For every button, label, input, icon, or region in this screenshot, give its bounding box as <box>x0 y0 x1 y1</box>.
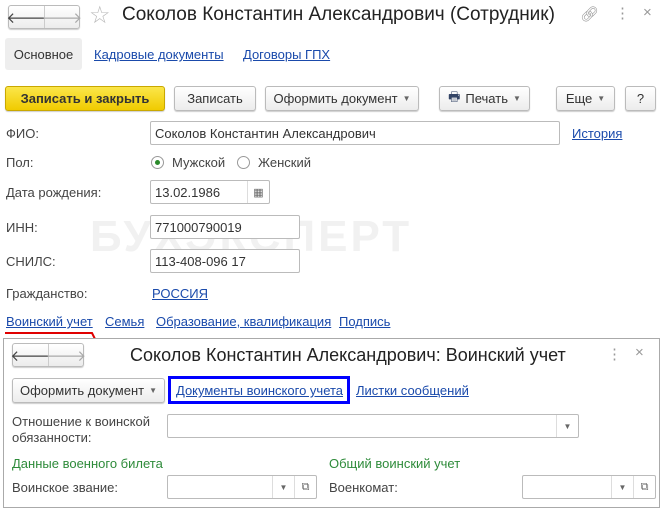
chevron-down-icon[interactable]: ▼ <box>611 476 633 498</box>
forward-button[interactable]: 🡒 <box>42 6 82 28</box>
office-label: Военкомат: <box>329 480 398 495</box>
create-doc-label: Оформить документ <box>273 91 398 106</box>
more-label: Еще <box>565 91 593 106</box>
help-label: ? <box>636 91 645 106</box>
chevron-down-icon[interactable]: ▼ <box>272 476 294 498</box>
more-dots-icon[interactable]: ⋮ <box>615 4 630 22</box>
fio-input[interactable]: Соколов Константин Александрович <box>150 121 560 145</box>
rank-label: Воинское звание: <box>12 480 118 495</box>
calendar-icon[interactable]: ▦ <box>247 181 269 203</box>
section-education[interactable]: Образование, квалификация <box>156 314 331 329</box>
save-close-label: Записать и закрыть <box>20 91 150 106</box>
more-button[interactable]: Еще ▼ <box>556 86 615 111</box>
messages-link[interactable]: Листки сообщений <box>356 383 469 398</box>
snils-label: СНИЛС: <box>6 254 56 269</box>
sub-back-button[interactable]: 🡐 <box>10 344 50 366</box>
link-icon[interactable]: 🔗︎ <box>580 5 599 23</box>
tab-hr-documents[interactable]: Кадровые документы <box>94 47 224 62</box>
sub-forward-button[interactable]: 🡒 <box>46 344 86 366</box>
print-label: Печать <box>465 91 508 106</box>
close-icon[interactable]: × <box>643 4 652 21</box>
close-icon[interactable]: × <box>635 344 644 361</box>
star-icon[interactable]: ☆ <box>89 1 111 30</box>
printer-icon: 🖶︎ <box>448 88 461 104</box>
chevron-down-icon: ▼ <box>149 386 158 395</box>
section-signature[interactable]: Подпись <box>339 314 390 329</box>
save-button[interactable]: Записать <box>174 86 256 111</box>
open-icon[interactable]: ⧉ <box>633 476 655 498</box>
birth-date-input[interactable]: 13.02.1986 ▦ <box>150 180 270 204</box>
print-button[interactable]: 🖶︎ Печать ▼ <box>439 86 530 111</box>
section-military[interactable]: Воинский учет <box>6 314 93 329</box>
military-documents-link[interactable]: Документы воинского учета <box>176 383 343 398</box>
rank-combo[interactable]: ▼ ⧉ <box>167 475 317 499</box>
attitude-label: Отношение к воинской обязанности: <box>12 414 150 445</box>
save-label: Записать <box>187 91 243 106</box>
create-document-button[interactable]: Оформить документ ▼ <box>265 86 419 111</box>
citizenship-label: Гражданство: <box>6 286 88 301</box>
help-button[interactable]: ? <box>625 86 656 111</box>
save-close-button[interactable]: Записать и закрыть <box>5 86 165 111</box>
female-label: Женский <box>258 155 311 170</box>
male-label: Мужской <box>172 155 226 170</box>
ticket-heading: Данные военного билета <box>12 456 163 471</box>
nav-buttons: 🡐 🡒 <box>6 5 82 29</box>
chevron-down-icon[interactable]: ▼ <box>556 415 578 437</box>
military-subwindow: 🡐 🡒 Соколов Константин Александрович: Во… <box>3 338 660 508</box>
back-button[interactable]: 🡐 <box>6 6 46 28</box>
sub-create-doc-label: Оформить документ <box>19 383 145 398</box>
citizenship-link[interactable]: РОССИЯ <box>152 286 208 301</box>
birth-value: 13.02.1986 <box>155 185 221 200</box>
gender-label: Пол: <box>6 155 34 170</box>
chevron-down-icon: ▼ <box>597 94 606 103</box>
sub-create-document-button[interactable]: Оформить документ ▼ <box>12 378 165 403</box>
fio-label: ФИО: <box>6 126 39 141</box>
chevron-down-icon: ▼ <box>402 94 411 103</box>
section-family[interactable]: Семья <box>105 314 144 329</box>
more-dots-icon[interactable]: ⋮ <box>607 345 622 363</box>
snils-input[interactable]: 113-408-096 17 <box>150 249 300 273</box>
sub-nav-buttons: 🡐 🡒 <box>10 343 86 367</box>
window-title: Соколов Константин Александрович (Сотруд… <box>122 4 555 25</box>
office-combo[interactable]: ▼ ⧉ <box>522 475 656 499</box>
chevron-down-icon: ▼ <box>512 94 521 103</box>
subwindow-title: Соколов Константин Александрович: Воинск… <box>130 345 566 365</box>
tab-gph-contracts[interactable]: Договоры ГПХ <box>243 47 330 62</box>
birth-label: Дата рождения: <box>6 185 102 200</box>
attitude-combo[interactable]: ▼ <box>167 414 579 438</box>
inn-input[interactable]: 771000790019 <box>150 215 300 239</box>
radio-female[interactable] <box>237 156 250 169</box>
general-heading: Общий воинский учет <box>329 456 461 471</box>
history-link[interactable]: История <box>572 126 622 141</box>
radio-male[interactable] <box>151 156 164 169</box>
open-icon[interactable]: ⧉ <box>294 476 316 498</box>
inn-label: ИНН: <box>6 220 38 235</box>
tab-main[interactable]: Основное <box>5 38 82 70</box>
tab-main-label: Основное <box>13 46 74 62</box>
